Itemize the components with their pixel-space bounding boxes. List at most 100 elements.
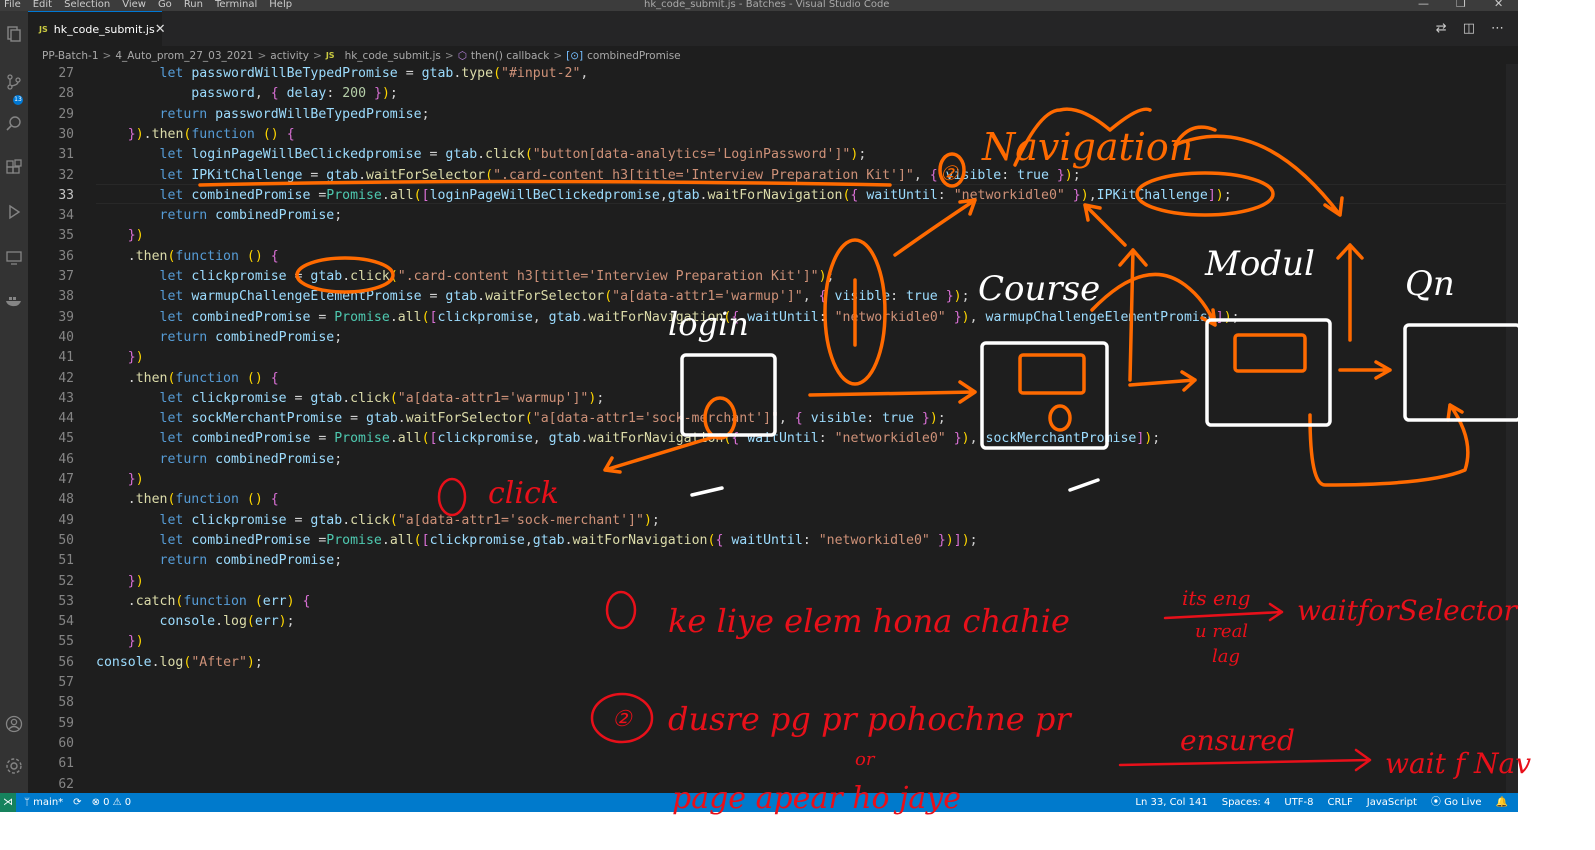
code-line[interactable]: let IPKitChallenge = gtab.waitForSelecto… [96, 166, 1081, 186]
code-line[interactable]: return passwordWillBeTypedPromise; [96, 105, 430, 125]
line-number: 33 [58, 187, 74, 203]
explorer-icon[interactable] [4, 25, 24, 45]
docker-icon[interactable] [4, 291, 24, 311]
line-number: 60 [58, 735, 74, 751]
run-debug-icon[interactable] [4, 203, 24, 223]
menu-edit[interactable]: Edit [33, 0, 52, 10]
line-number: 62 [58, 776, 74, 792]
line-number: 55 [58, 634, 74, 650]
language-mode[interactable]: JavaScript [1367, 793, 1417, 812]
close-tab-icon[interactable]: ✕ [155, 22, 166, 37]
line-number: 52 [58, 573, 74, 589]
tab-label: hk_code_submit.js [53, 22, 155, 36]
menu-help[interactable]: Help [269, 0, 292, 10]
code-line[interactable]: let loginPageWillBeClickedpromise = gtab… [96, 145, 867, 165]
activity-bar: 13 [0, 11, 28, 793]
sync-icon[interactable]: ⟳ [73, 793, 81, 812]
menu-terminal[interactable]: Terminal [215, 0, 257, 10]
line-number: 61 [58, 756, 74, 772]
remote-indicator[interactable]: ⋊ [0, 793, 16, 812]
code-line[interactable]: password, { delay: 200 }); [96, 84, 398, 104]
split-editor-icon[interactable]: ◫ [1463, 21, 1475, 36]
line-number: 39 [58, 309, 74, 325]
breadcrumb: PP-Batch-1 > 4_Auto_prom_27_03_2021 > ac… [42, 48, 681, 63]
js-file-icon: JS [39, 24, 48, 34]
account-icon[interactable] [4, 715, 24, 735]
title-bar: File Edit Selection View Go Run Terminal… [0, 0, 1518, 11]
code-line[interactable]: let passwordWillBeTypedPromise = gtab.ty… [96, 64, 589, 84]
code-line[interactable]: let combinedPromise =Promise.all([clickp… [96, 531, 978, 551]
menu-bar: File Edit Selection View Go Run Terminal… [4, 0, 292, 10]
compare-changes-icon[interactable]: ⇄ [1436, 21, 1447, 36]
code-line[interactable]: console.log(err); [96, 612, 295, 632]
scm-badge: 13 [13, 95, 23, 105]
code-line[interactable]: }) [96, 572, 144, 592]
settings-gear-icon[interactable] [4, 757, 24, 777]
code-line[interactable]: }) [96, 348, 144, 368]
code-line[interactable]: let clickpromise = gtab.click(".card-con… [96, 267, 835, 287]
breadcrumb-item[interactable]: combinedPromise [587, 50, 681, 62]
code-line[interactable]: console.log("After"); [96, 653, 263, 673]
code-line[interactable]: let combinedPromise = Promise.all([click… [96, 308, 1240, 328]
line-number: 48 [58, 492, 74, 508]
extensions-icon[interactable] [4, 159, 24, 179]
minimize-button[interactable]: — [1418, 0, 1429, 9]
notifications-icon[interactable]: 🔔 [1496, 793, 1508, 812]
encoding[interactable]: UTF-8 [1284, 793, 1313, 812]
remote-explorer-icon[interactable] [4, 249, 24, 269]
code-line[interactable]: return combinedPromise; [96, 450, 343, 470]
code-line[interactable]: return combinedPromise; [96, 551, 343, 571]
indentation[interactable]: Spaces: 4 [1222, 793, 1271, 812]
breadcrumb-separator: > [553, 49, 563, 62]
menu-view[interactable]: View [122, 0, 146, 10]
code-line[interactable]: let combinedPromise = Promise.all([click… [96, 429, 1161, 449]
breadcrumb-item[interactable]: hk_code_submit.js [345, 50, 441, 62]
code-line[interactable]: let clickpromise = gtab.click("a[data-at… [96, 389, 605, 409]
code-line[interactable]: }).then(function () { [96, 125, 295, 145]
line-number: 50 [58, 532, 74, 548]
menu-selection[interactable]: Selection [64, 0, 110, 10]
status-bar: ⋊ ᛘ main* ⟳ ⊗ 0 ⚠ 0 Ln 33, Col 141 Space… [0, 793, 1518, 812]
code-line[interactable]: return combinedPromise; [96, 328, 343, 348]
more-actions-icon[interactable]: ⋯ [1491, 21, 1504, 36]
breadcrumb-item[interactable]: 4_Auto_prom_27_03_2021 [115, 50, 253, 62]
line-number: 27 [58, 66, 74, 81]
source-control-icon[interactable] [4, 73, 24, 93]
cursor-position[interactable]: Ln 33, Col 141 [1135, 793, 1207, 812]
branch-indicator[interactable]: ᛘ main* [24, 793, 63, 812]
menu-file[interactable]: File [4, 0, 21, 10]
search-icon[interactable] [4, 115, 24, 135]
code-line[interactable]: let clickpromise = gtab.click("a[data-at… [96, 511, 660, 531]
end-of-line[interactable]: CRLF [1327, 793, 1352, 812]
code-line[interactable]: }) [96, 226, 144, 246]
breadcrumb-item[interactable]: PP-Batch-1 [42, 50, 99, 62]
code-line[interactable]: return combinedPromise; [96, 206, 343, 226]
code-line[interactable]: let sockMerchantPromise = gtab.waitForSe… [96, 409, 946, 429]
variable-symbol-icon: [⊙] [566, 49, 584, 62]
editor-scrollbar[interactable] [1506, 64, 1518, 793]
go-live-button[interactable]: ⦿ Go Live [1431, 793, 1482, 812]
restore-button[interactable]: ❐ [1456, 0, 1466, 9]
code-line[interactable]: }) [96, 632, 144, 652]
problems-indicator[interactable]: ⊗ 0 ⚠ 0 [92, 793, 132, 812]
line-number: 57 [58, 675, 74, 690]
code-line[interactable]: .then(function () { [96, 247, 279, 267]
line-number: 47 [58, 472, 74, 487]
code-line[interactable]: .catch(function (err) { [96, 592, 311, 612]
code-line[interactable]: let combinedPromise =Promise.all([loginP… [96, 186, 1232, 206]
close-window-button[interactable]: ✕ [1494, 0, 1503, 9]
line-number: 29 [58, 106, 74, 122]
code-line[interactable]: }) [96, 470, 144, 490]
breadcrumb-item[interactable]: then() callback [471, 50, 549, 62]
code-line[interactable]: .then(function () { [96, 490, 279, 510]
tab-hk-code-submit[interactable]: JS hk_code_submit.js ✕ [28, 11, 166, 46]
code-line[interactable]: .then(function () { [96, 369, 279, 389]
menu-go[interactable]: Go [158, 0, 172, 10]
breadcrumb-item[interactable]: activity [270, 50, 309, 62]
line-number: 59 [58, 715, 74, 731]
line-number: 30 [58, 126, 74, 142]
menu-run[interactable]: Run [184, 0, 203, 10]
code-line[interactable]: let warmupChallengeElementPromise = gtab… [96, 287, 970, 307]
line-number: 43 [58, 390, 74, 406]
line-number: 54 [58, 614, 74, 630]
